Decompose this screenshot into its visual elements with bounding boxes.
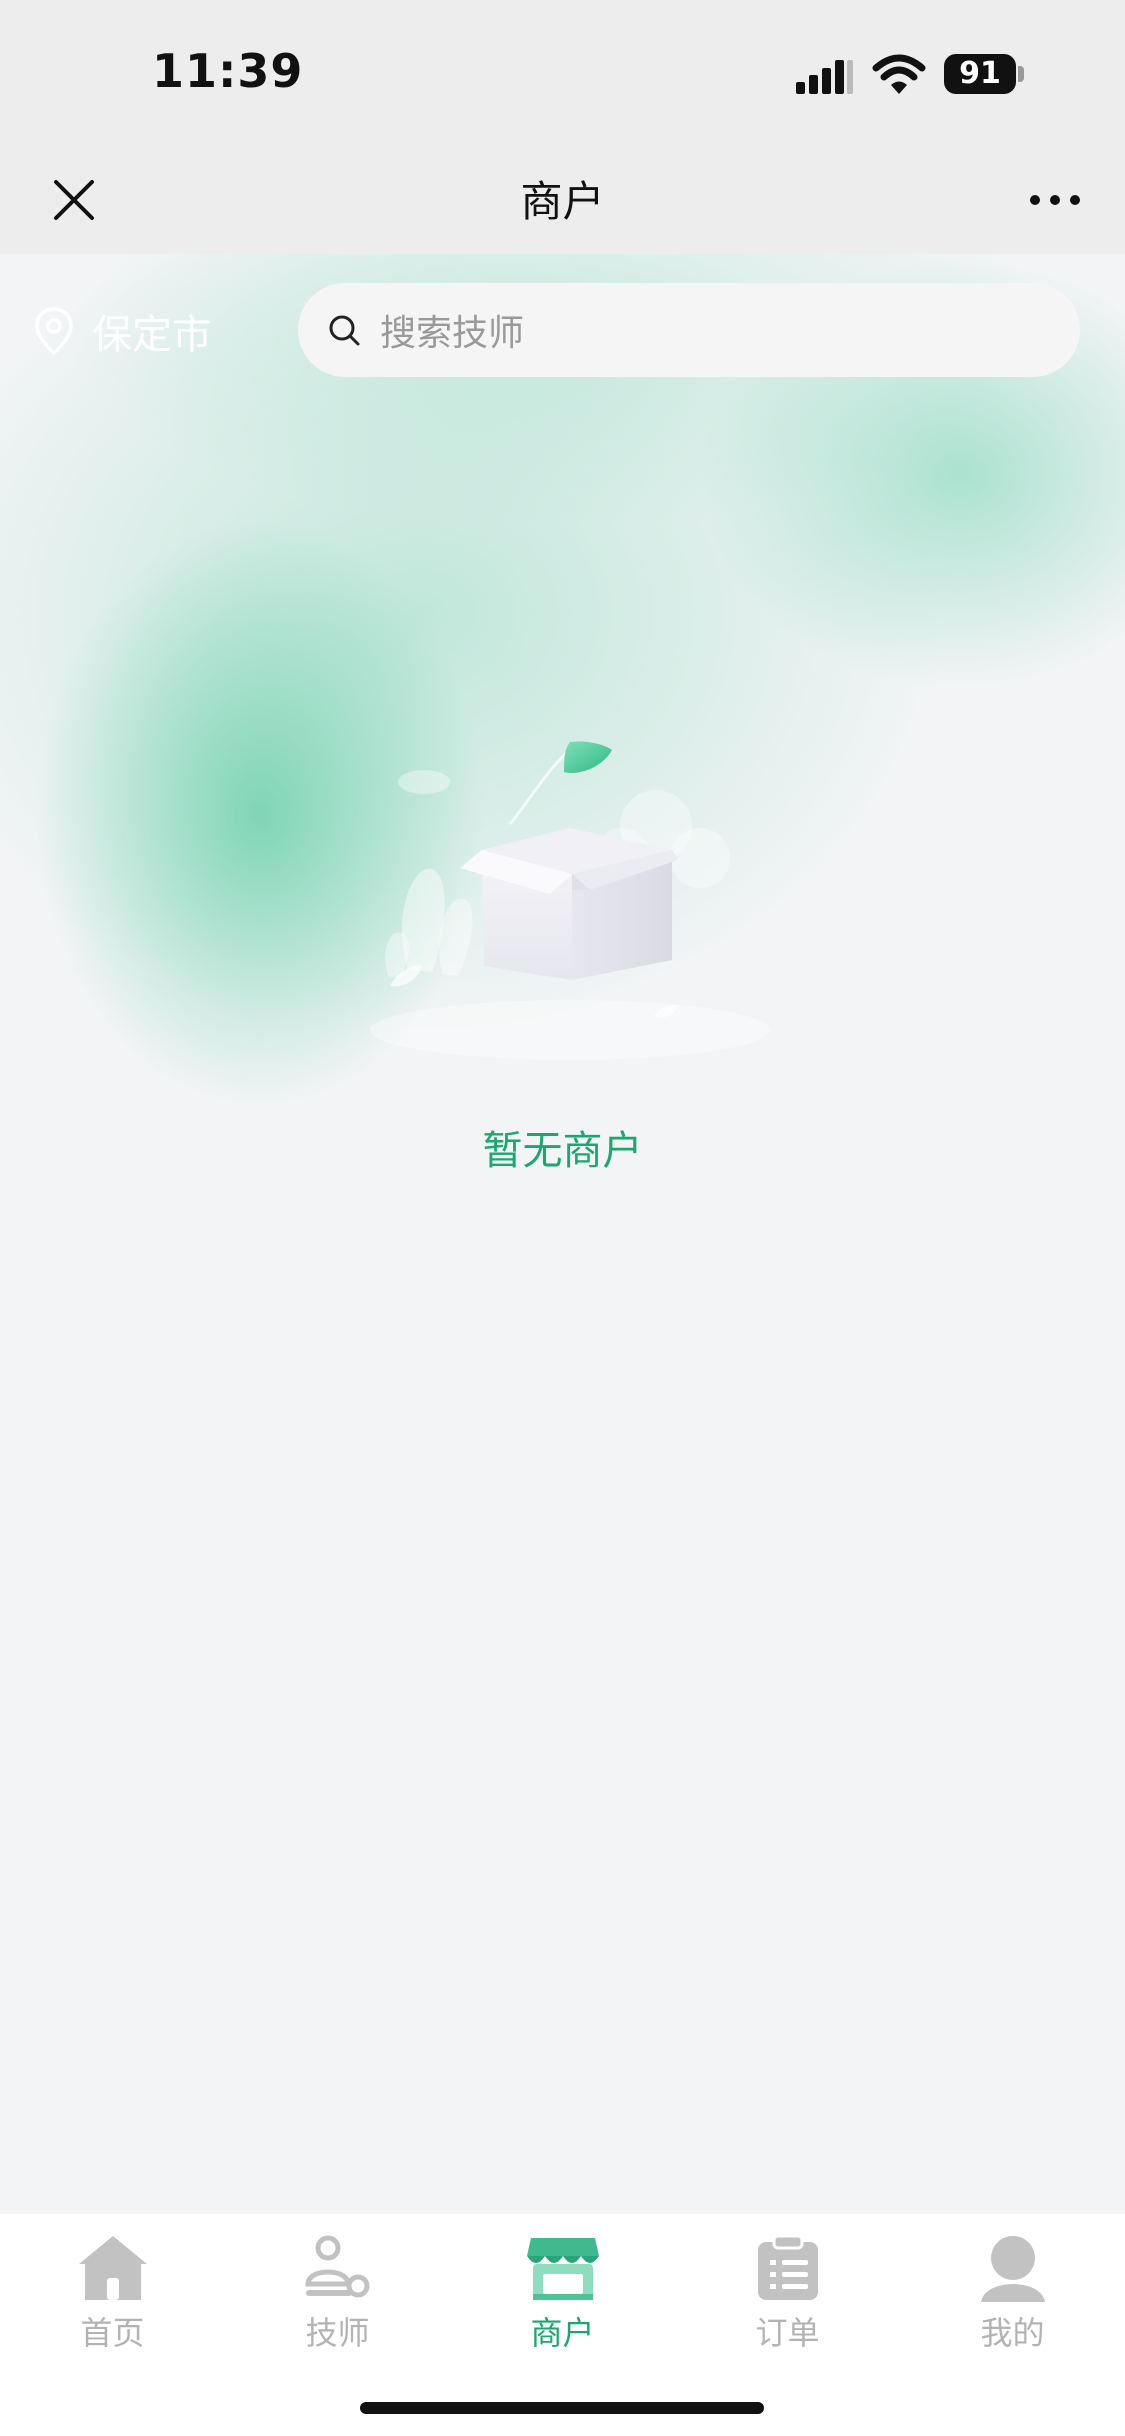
- navigation-bar: 商户: [0, 142, 1125, 254]
- tab-orders-label: 订单: [755, 2314, 820, 2352]
- tab-profile[interactable]: 我的: [900, 2224, 1125, 2364]
- technician-icon: [304, 2235, 369, 2298]
- tab-home-label: 首页: [80, 2314, 145, 2352]
- search-icon: [326, 312, 362, 348]
- search-input[interactable]: 搜索技师: [298, 283, 1080, 377]
- page-title: 商户: [520, 177, 605, 226]
- battery-indicator: 91: [944, 54, 1024, 94]
- empty-box-illustration: [370, 741, 770, 1060]
- tab-shop[interactable]: 商户: [450, 2224, 675, 2364]
- location-city: 保定市: [92, 312, 212, 358]
- empty-state-message: 暂无商户: [482, 1128, 643, 1174]
- shop-icon: [526, 2238, 599, 2300]
- profile-icon: [980, 2236, 1045, 2302]
- tab-profile-label: 我的: [980, 2314, 1045, 2352]
- more-button[interactable]: [1020, 170, 1090, 230]
- tab-technician-label: 技师: [305, 2314, 370, 2352]
- home-indicator[interactable]: [360, 2402, 764, 2414]
- location-pin-icon: [35, 307, 73, 356]
- tab-orders[interactable]: 订单: [675, 2224, 900, 2364]
- home-icon: [78, 2236, 147, 2300]
- battery-tip: [1018, 66, 1024, 82]
- status-bar: 11:39 91: [0, 0, 1125, 142]
- cellular-signal-icon: [796, 60, 853, 94]
- battery-level: 91: [944, 54, 1016, 94]
- status-time: 11:39: [152, 44, 304, 98]
- tab-shop-label: 商户: [530, 2314, 595, 2352]
- tab-technician[interactable]: 技师: [225, 2224, 450, 2364]
- location-selector[interactable]: 保定市: [34, 300, 212, 362]
- more-icon: [1030, 195, 1080, 205]
- tab-home[interactable]: 首页: [0, 2224, 225, 2364]
- wifi-icon: [872, 54, 926, 94]
- search-placeholder: 搜索技师: [380, 313, 525, 354]
- orders-icon: [757, 2234, 818, 2300]
